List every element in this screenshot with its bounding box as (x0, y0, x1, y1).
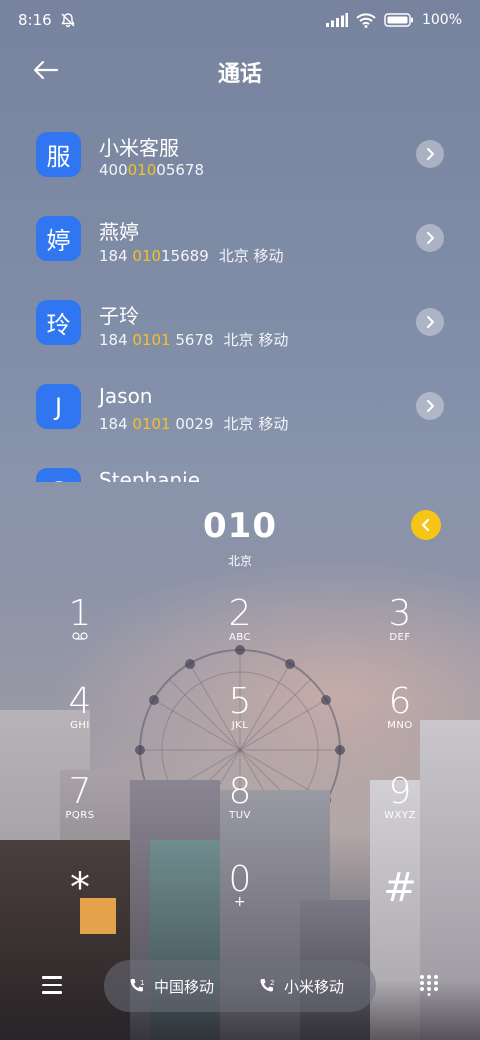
dial-key-9[interactable]: 9 WXYZ (340, 772, 460, 852)
match-highlight: 010 (127, 161, 157, 179)
contact-item[interactable]: 服 小米客服 40001005678 (0, 118, 480, 202)
contact-avatar: J (36, 384, 81, 429)
search-results-panel: 8:16 100% 通话 服 小米客服 40001005678 婷 燕婷 184… (0, 0, 480, 482)
status-time: 8:16 (18, 11, 52, 29)
contact-item[interactable]: 玲 子玲 184 0101 5678 北京 移动 (0, 286, 480, 370)
contact-location: 北京 移动 (218, 247, 284, 265)
dial-key-hash[interactable]: # (340, 862, 460, 942)
chevron-right-icon (427, 316, 434, 328)
dialpad-grid-icon (420, 975, 438, 996)
contact-number: 184 0101 0029 北京 移动 (99, 415, 289, 433)
battery-percent: 100% (421, 12, 462, 28)
dial-key-4[interactable]: 4 GHI (20, 682, 140, 762)
contact-results-list: 服 小米客服 40001005678 婷 燕婷 184 01015689 北京 移… (0, 118, 480, 482)
dial-key-8[interactable]: 8 TUV (180, 772, 300, 852)
bell-off-icon (60, 13, 75, 28)
contact-name: Jason (99, 384, 153, 408)
dialer-bottom-bar: 1 中国移动 2 小米移动 (0, 958, 480, 1018)
contact-name: 子玲 (99, 304, 139, 328)
dial-key-2[interactable]: 2 ABC (180, 594, 300, 674)
backspace-button[interactable] (411, 510, 441, 540)
phone-sim2-icon: 2 (260, 979, 274, 992)
dialpad: 010 北京 1 2 ABC 3 DEF 4 GHI 5 JKL 6 MNO 7… (0, 482, 480, 1040)
match-highlight: 010 (132, 247, 162, 265)
svg-text:1: 1 (140, 979, 144, 987)
contact-item[interactable]: S Stephanie (0, 454, 480, 482)
contact-location: 北京 移动 (223, 415, 289, 433)
dial-key-star[interactable]: * (20, 862, 140, 942)
match-highlight: 0101 (132, 331, 171, 349)
contact-details-button[interactable] (416, 392, 444, 420)
contact-name: Stephanie (99, 468, 201, 482)
dialed-number-location: 北京 (227, 554, 252, 568)
dial-key-7[interactable]: 7 PQRS (20, 772, 140, 852)
phone-sim1-icon: 1 (130, 979, 144, 992)
contact-avatar: 服 (36, 132, 81, 177)
page-title: 通话 (217, 62, 262, 87)
dial-key-3[interactable]: 3 DEF (340, 594, 460, 674)
contact-avatar: 玲 (36, 300, 81, 345)
dial-key-5[interactable]: 5 JKL (180, 682, 300, 762)
svg-text:2: 2 (270, 979, 274, 987)
sim-selector: 1 中国移动 2 小米移动 (104, 960, 376, 1012)
contact-details-button[interactable] (416, 140, 444, 168)
dial-key-6[interactable]: 6 MNO (340, 682, 460, 762)
battery-icon (384, 13, 413, 27)
chevron-right-icon (427, 400, 434, 412)
contact-item[interactable]: 婷 燕婷 184 01015689 北京 移动 (0, 202, 480, 286)
contact-number: 40001005678 (99, 161, 204, 179)
dial-key-0[interactable]: 0 + (180, 860, 300, 940)
menu-button[interactable] (42, 976, 62, 994)
hide-dialpad-button[interactable] (418, 974, 440, 996)
contact-item[interactable]: J Jason 184 0101 0029 北京 移动 (0, 370, 480, 454)
status-bar: 8:16 100% (0, 0, 480, 40)
contact-avatar: S (36, 468, 81, 482)
contact-name: 燕婷 (99, 220, 139, 244)
chevron-right-icon (427, 232, 434, 244)
dial-key-1[interactable]: 1 (20, 594, 140, 674)
call-sim2-button[interactable]: 2 小米移动 (258, 960, 344, 1012)
sim1-label: 中国移动 (154, 977, 215, 996)
contact-number: 184 0101 5678 北京 移动 (99, 331, 289, 349)
contact-number: 184 01015689 北京 移动 (99, 247, 284, 265)
signal-icon (325, 13, 348, 27)
match-highlight: 0101 (132, 415, 171, 433)
chevron-left-icon (421, 519, 430, 531)
contact-details-button[interactable] (416, 224, 444, 252)
call-sim1-button[interactable]: 1 中国移动 (128, 960, 214, 1012)
contact-location: 北京 移动 (223, 331, 289, 349)
header: 通话 (0, 48, 480, 92)
wifi-icon (356, 12, 376, 28)
chevron-right-icon (427, 148, 434, 160)
contact-name: 小米客服 (99, 136, 179, 160)
dialed-number[interactable]: 010 (0, 506, 480, 546)
contact-details-button[interactable] (416, 308, 444, 336)
sim2-label: 小米移动 (284, 977, 345, 996)
contact-avatar: 婷 (36, 216, 81, 261)
